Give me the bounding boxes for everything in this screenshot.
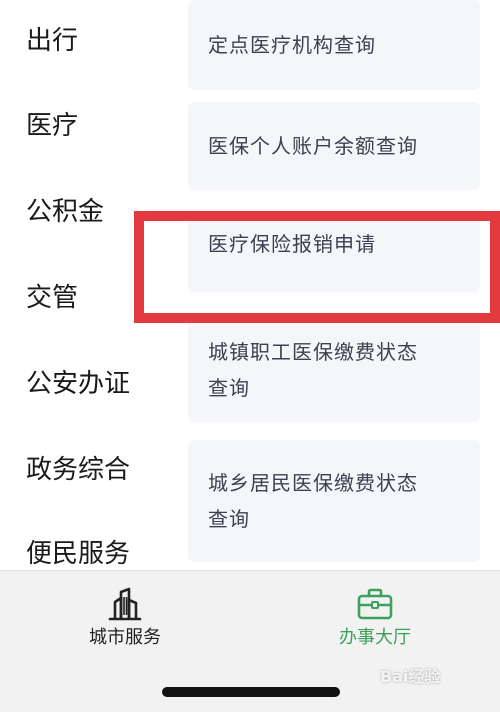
sidebar-item-government[interactable]: 政务综合	[26, 457, 130, 483]
tab-label: 城市服务	[89, 627, 161, 648]
service-card-urban-employee-payment-status[interactable]: 城镇职工医保缴费状态 查询	[188, 318, 480, 422]
tab-label: 办事大厅	[339, 627, 411, 648]
home-indicator[interactable]	[162, 687, 340, 697]
service-card-label: 查询	[208, 507, 250, 531]
sidebar-item-public-security[interactable]: 公安办证	[26, 371, 130, 397]
sidebar-item-travel[interactable]: 出行	[26, 28, 78, 54]
service-card-text: 城镇职工医保缴费状态 查询	[208, 334, 418, 406]
service-card-label: 城镇职工医保缴费状态	[208, 340, 418, 364]
service-card-label: 定点医疗机构查询	[208, 33, 376, 57]
sidebar-item-traffic[interactable]: 交管	[26, 285, 78, 311]
tab-service-hall[interactable]: 办事大厅	[300, 587, 450, 647]
service-card-account-balance-query[interactable]: 医保个人账户余额查询	[188, 102, 480, 190]
bottom-tab-bar: 城市服务 办事大厅 Bai经验	[0, 570, 500, 712]
service-card-label: 医保个人账户余额查询	[208, 134, 418, 158]
service-card-text: 城乡居民医保缴费状态 查询	[208, 465, 418, 537]
service-list: 定点医疗机构查询 医保个人账户余额查询 医疗保险报销申请 城镇职工医保缴费状态 …	[168, 0, 500, 570]
sidebar-item-convenience[interactable]: 便民服务	[26, 541, 130, 567]
service-card-label: 城乡居民医保缴费状态	[208, 471, 418, 495]
service-card-label: 医疗保险报销申请	[208, 232, 376, 256]
tab-city-services[interactable]: 城市服务	[50, 587, 200, 647]
service-card-designated-institution-query[interactable]: 定点医疗机构查询	[188, 0, 480, 90]
sidebar-item-medical[interactable]: 医疗	[26, 113, 78, 139]
service-card-reimbursement-application[interactable]: 医疗保险报销申请	[188, 218, 480, 292]
service-card-label: 查询	[208, 376, 250, 400]
city-buildings-icon	[108, 587, 142, 621]
category-sidebar: 出行 医疗 公积金 交管 公安办证 政务综合 便民服务	[0, 0, 168, 570]
service-card-resident-payment-status[interactable]: 城乡居民医保缴费状态 查询	[188, 440, 480, 562]
watermark: Bai经验	[380, 667, 441, 686]
briefcase-icon	[357, 588, 393, 620]
sidebar-item-housing-fund[interactable]: 公积金	[26, 199, 104, 225]
